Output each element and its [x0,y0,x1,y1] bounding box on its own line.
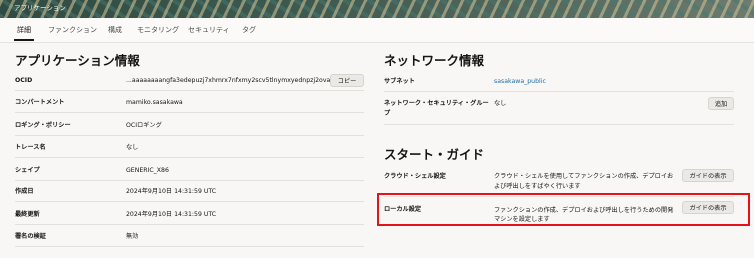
subnet-link[interactable]: sasakawa_public [494,77,546,86]
logging-policy-label: ロギング・ポリシー [15,122,71,129]
divider [15,201,364,202]
divider [384,124,734,125]
header-banner: アプリケーション [0,0,754,18]
tab-functions[interactable]: ファンクション [48,25,97,35]
active-tab-indicator [14,39,34,41]
nsg-label-line1: ネットワーク・セキュリティ・グルー [384,100,489,107]
last-updated-label: 最終更新 [15,211,40,218]
cloud-shell-view-guide-button[interactable]: ガイドの表示 [682,169,734,182]
app-info-title: アプリケーション情報 [15,53,140,68]
created-value: 2024年9月10日 14:31:59 UTC [126,188,217,195]
compartment-label: コンパートメント [15,99,65,106]
trace-name-value: なし [126,144,139,151]
signature-verification-value: 無効 [126,233,139,240]
copy-ocid-button[interactable]: コピー [330,74,364,87]
divider [15,246,364,247]
subnet-label: サブネット [384,78,415,85]
banner-title: アプリケーション [14,4,66,12]
nsg-label-line2: プ [384,110,391,117]
divider [15,157,364,158]
tab-bar: 詳細 ファンクション 構成 モニタリング セキュリティ タグ [0,18,754,43]
created-label: 作成日 [15,188,34,195]
cloud-shell-setup-label: クラウド・シェル設定 [384,173,446,180]
ocid-value: ...aaaaaaaangfa3edepuzj7xhmrx7nfxmy2scv5… [126,77,350,84]
divider [15,90,364,91]
cloud-shell-desc-line2: よび呼出しをすばやく行います [494,183,581,190]
tab-tags[interactable]: タグ [242,25,256,35]
network-info-title: ネットワーク情報 [384,53,485,68]
shape-label: シェイプ [15,167,40,174]
shape-value: GENERIC_X86 [126,167,169,174]
nsg-value: なし [494,100,507,107]
logging-policy-value: OCIロギング [126,122,162,129]
add-nsg-button[interactable]: 追加 [708,97,734,110]
tab-configuration[interactable]: 構成 [108,25,122,35]
ocid-label: OCID [15,77,33,84]
local-setup-highlight-box [377,193,750,226]
divider [15,135,364,136]
trace-name-label: トレース名 [15,144,46,151]
divider [15,180,364,181]
divider [15,112,364,113]
compartment-value: mamiko.sasakawa [126,99,183,106]
signature-verification-label: 署名の検証 [15,233,46,240]
last-updated-value: 2024年9月10日 14:31:59 UTC [126,211,217,218]
tab-security[interactable]: セキュリティ [188,25,230,35]
cloud-shell-desc-line1: クラウド・シェルを使用してファンクションの作成、デプロイお [494,173,674,180]
tab-monitoring[interactable]: モニタリング [137,25,179,35]
divider [384,91,734,92]
divider [15,224,364,225]
start-guide-title: スタート・ガイド [384,147,485,162]
tab-details[interactable]: 詳細 [17,25,31,35]
